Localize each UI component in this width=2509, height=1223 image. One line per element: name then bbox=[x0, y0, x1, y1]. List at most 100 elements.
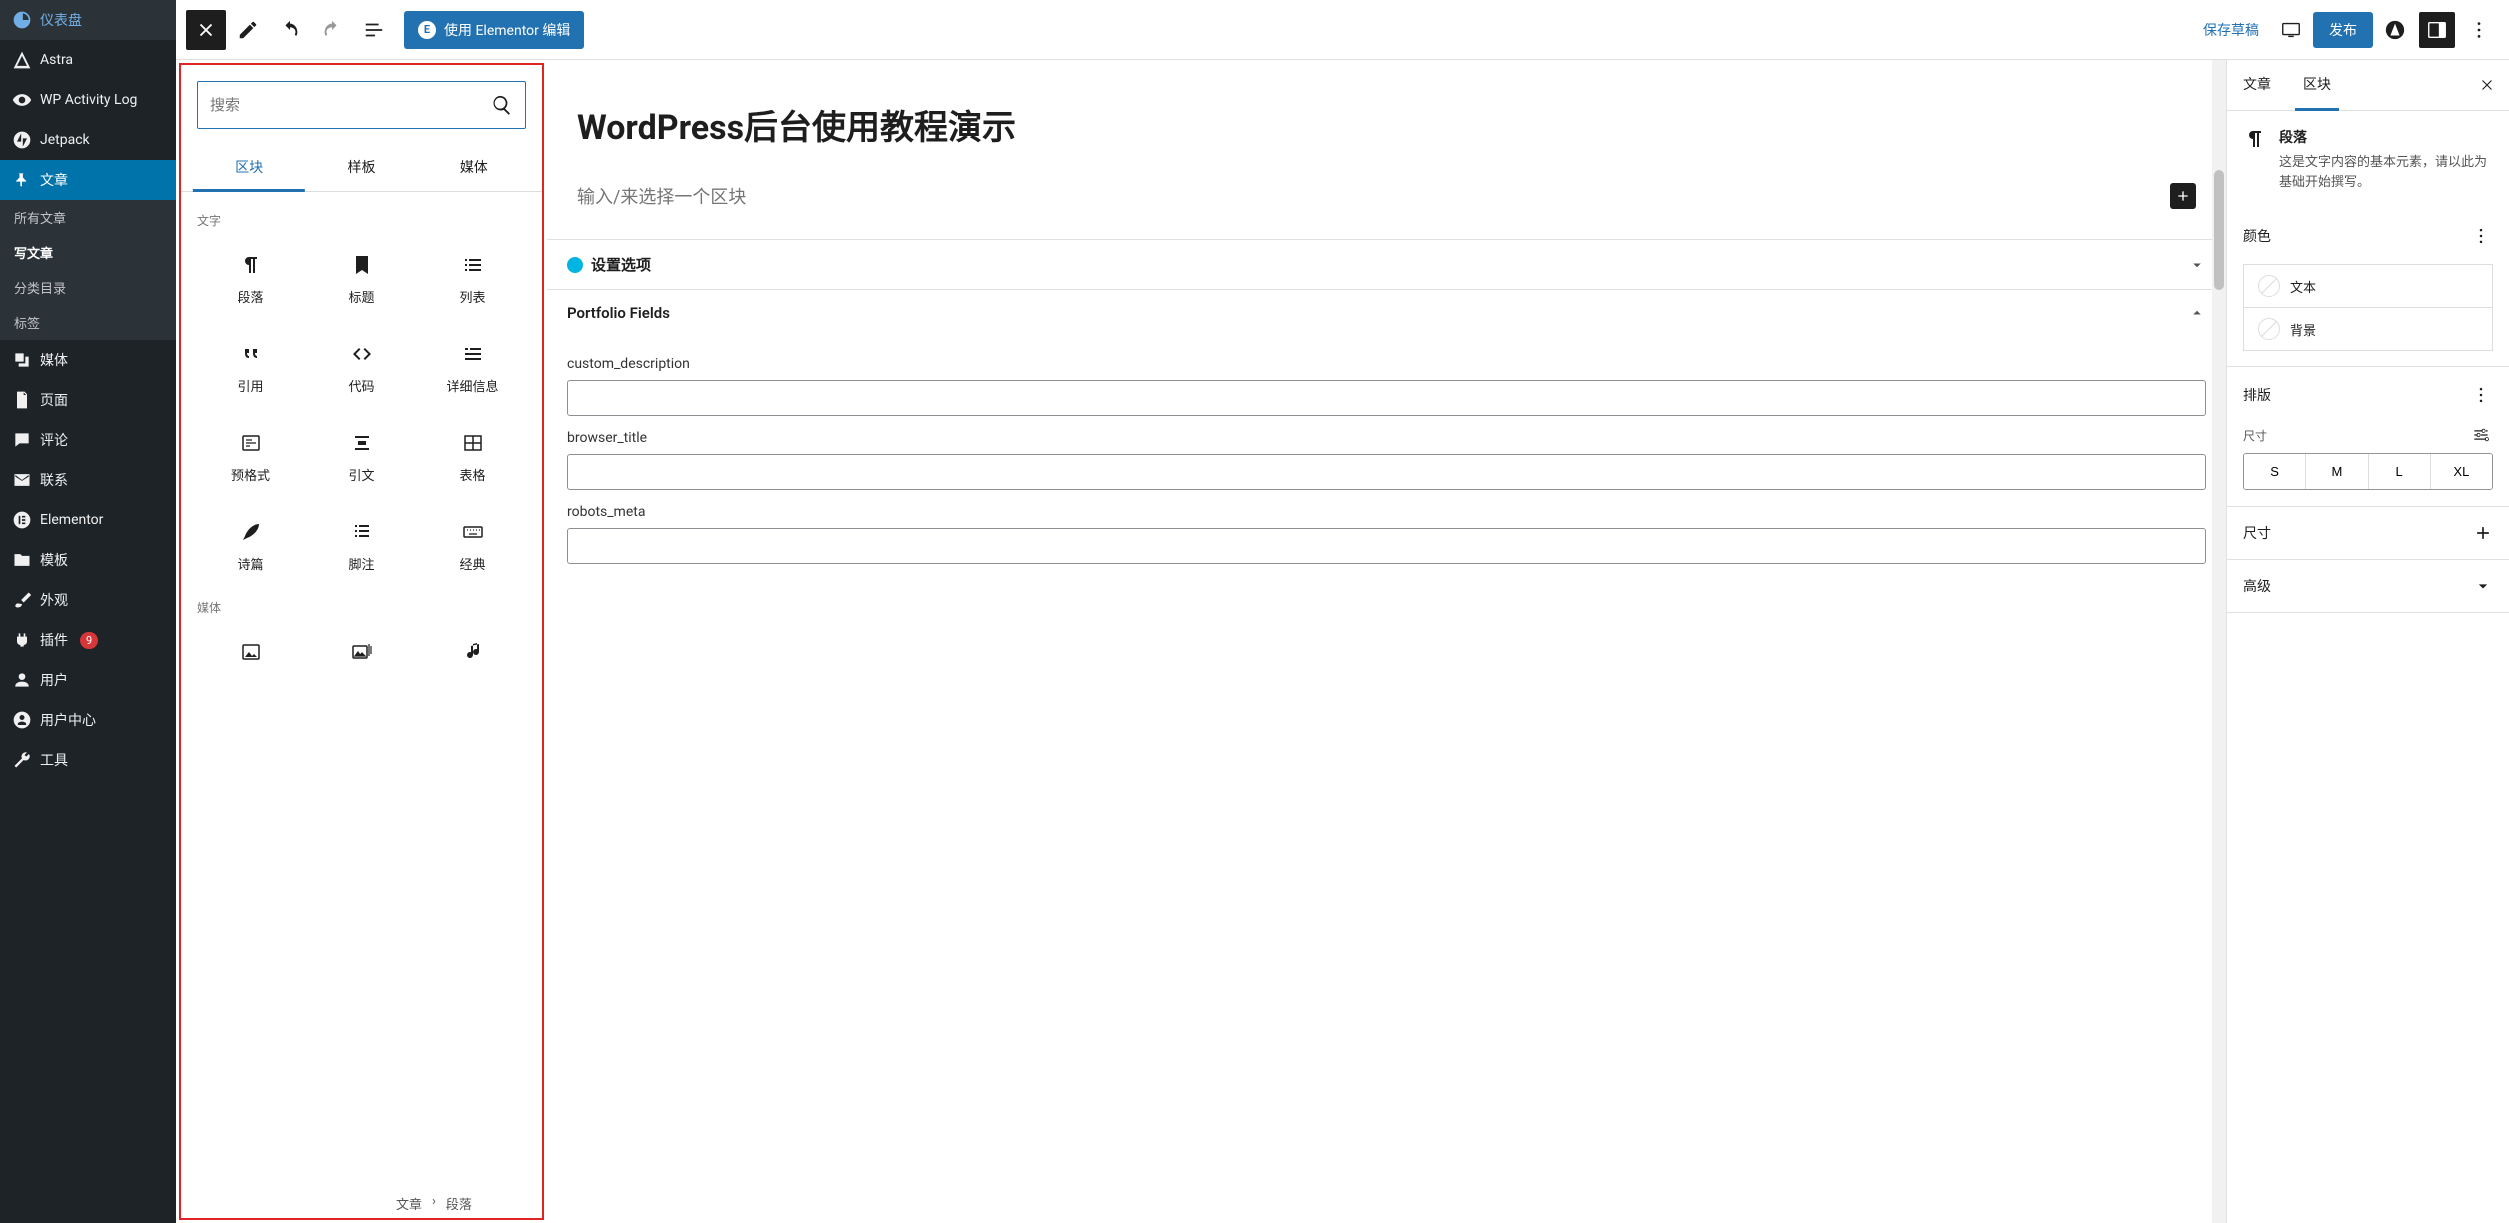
browser-title-input[interactable] bbox=[567, 454, 2206, 490]
image-icon bbox=[239, 640, 263, 664]
sidebar-item-tools[interactable]: 工具 bbox=[0, 740, 176, 780]
preview-button[interactable] bbox=[2273, 12, 2309, 48]
close-settings-button[interactable] bbox=[2471, 69, 2503, 101]
dashboard-icon bbox=[12, 10, 32, 30]
background-color-button[interactable]: 背景 bbox=[2243, 307, 2493, 351]
astra-settings-button[interactable] bbox=[2377, 12, 2413, 48]
tab-block-settings[interactable]: 区块 bbox=[2287, 60, 2347, 110]
save-draft-button[interactable]: 保存草稿 bbox=[2193, 20, 2269, 40]
tab-patterns[interactable]: 样板 bbox=[305, 145, 417, 191]
sidebar-label: 外观 bbox=[40, 590, 68, 610]
block-paragraph[interactable]: 段落 bbox=[197, 235, 304, 320]
sidebar-item-jetpack[interactable]: Jetpack bbox=[0, 120, 176, 160]
typography-panel-header[interactable]: 排版 bbox=[2227, 367, 2509, 423]
size-m-button[interactable]: M bbox=[2306, 454, 2368, 489]
sidebar-item-user-center[interactable]: 用户中心 bbox=[0, 700, 176, 740]
color-panel-header[interactable]: 颜色 bbox=[2227, 208, 2509, 264]
search-icon bbox=[491, 94, 513, 116]
text-color-button[interactable]: 文本 bbox=[2243, 264, 2493, 308]
block-code[interactable]: 代码 bbox=[308, 324, 415, 409]
metabox-title: Portfolio Fields bbox=[567, 304, 670, 322]
typography-options-button[interactable] bbox=[2469, 383, 2493, 407]
size-l-button[interactable]: L bbox=[2369, 454, 2431, 489]
breadcrumb-item-paragraph[interactable]: 段落 bbox=[446, 1194, 472, 1213]
page-icon bbox=[12, 390, 32, 410]
sidebar-item-posts[interactable]: 文章 bbox=[0, 160, 176, 200]
field-label-custom-description: custom_description bbox=[567, 356, 2206, 372]
options-menu-button[interactable] bbox=[2461, 12, 2497, 48]
block-gallery[interactable] bbox=[308, 622, 415, 688]
block-search-box[interactable] bbox=[197, 81, 526, 129]
color-options-button[interactable] bbox=[2469, 224, 2493, 248]
settings-sidebar-toggle-button[interactable] bbox=[2419, 12, 2455, 48]
block-list[interactable]: 列表 bbox=[419, 235, 526, 320]
chevron-down-icon bbox=[2188, 256, 2206, 274]
breadcrumb-item-post[interactable]: 文章 bbox=[396, 1194, 422, 1213]
block-details[interactable]: 详细信息 bbox=[419, 324, 526, 409]
code-icon bbox=[350, 342, 374, 366]
sidebar-item-comments[interactable]: 评论 bbox=[0, 420, 176, 460]
inserter-tabs: 区块 样板 媒体 bbox=[181, 145, 542, 192]
block-search-input[interactable] bbox=[210, 97, 491, 114]
sidebar-item-appearance[interactable]: 外观 bbox=[0, 580, 176, 620]
tab-blocks[interactable]: 区块 bbox=[193, 145, 305, 191]
subitem-all-posts[interactable]: 所有文章 bbox=[0, 200, 176, 235]
elementor-edit-button[interactable]: E使用 Elementor 编辑 bbox=[404, 11, 584, 49]
sidebar-item-pages[interactable]: 页面 bbox=[0, 380, 176, 420]
undo-button[interactable] bbox=[270, 10, 310, 50]
tab-media[interactable]: 媒体 bbox=[418, 145, 530, 191]
canvas-scrollbar[interactable] bbox=[2212, 60, 2226, 1223]
subitem-new-post[interactable]: 写文章 bbox=[0, 235, 176, 270]
custom-size-toggle[interactable] bbox=[2469, 423, 2493, 447]
block-footnotes[interactable]: 脚注 bbox=[308, 502, 415, 587]
document-overview-button[interactable] bbox=[354, 10, 394, 50]
main-area: E使用 Elementor 编辑 保存草稿 发布 区块 bbox=[176, 0, 2509, 1223]
subitem-categories[interactable]: 分类目录 bbox=[0, 270, 176, 305]
paragraph-icon bbox=[2243, 127, 2267, 151]
sidebar-item-templates[interactable]: 模板 bbox=[0, 540, 176, 580]
dimensions-panel-header[interactable]: 尺寸 bbox=[2227, 507, 2509, 559]
size-xl-button[interactable]: XL bbox=[2431, 454, 2492, 489]
robots-meta-input[interactable] bbox=[567, 528, 2206, 564]
block-table[interactable]: 表格 bbox=[419, 413, 526, 498]
sidebar-item-media[interactable]: 媒体 bbox=[0, 340, 176, 380]
block-appender[interactable]: 输入/来选择一个区块 bbox=[547, 179, 2226, 239]
toggle-inserter-button[interactable] bbox=[186, 10, 226, 50]
post-title[interactable]: WordPress后台使用教程演示 bbox=[577, 100, 2196, 149]
block-audio[interactable] bbox=[419, 622, 526, 688]
block-quote[interactable]: 引用 bbox=[197, 324, 304, 409]
block-pullquote[interactable]: 引文 bbox=[308, 413, 415, 498]
sidebar-item-contact[interactable]: 联系 bbox=[0, 460, 176, 500]
metabox-portfolio-header[interactable]: Portfolio Fields bbox=[547, 290, 2226, 336]
sidebar-item-astra[interactable]: Astra bbox=[0, 40, 176, 80]
publish-button[interactable]: 发布 bbox=[2313, 12, 2373, 48]
eye-icon bbox=[12, 90, 32, 110]
sidebar-item-plugins[interactable]: 插件9 bbox=[0, 620, 176, 660]
tab-post-settings[interactable]: 文章 bbox=[2227, 60, 2287, 110]
block-classic[interactable]: 经典 bbox=[419, 502, 526, 587]
block-heading[interactable]: 标题 bbox=[308, 235, 415, 320]
scrollbar-thumb[interactable] bbox=[2214, 170, 2224, 290]
redo-button[interactable] bbox=[312, 10, 352, 50]
custom-description-input[interactable] bbox=[567, 380, 2206, 416]
sidebar-item-users[interactable]: 用户 bbox=[0, 660, 176, 700]
sidebar-item-activity-log[interactable]: WP Activity Log bbox=[0, 80, 176, 120]
edit-mode-button[interactable] bbox=[228, 10, 268, 50]
block-preformatted[interactable]: 预格式 bbox=[197, 413, 304, 498]
footnotes-icon bbox=[350, 520, 374, 544]
table-icon bbox=[461, 431, 485, 455]
plug-icon bbox=[12, 630, 32, 650]
size-s-button[interactable]: S bbox=[2244, 454, 2306, 489]
feather-icon bbox=[239, 520, 263, 544]
metabox-body: custom_description browser_title robots_… bbox=[547, 336, 2226, 584]
add-block-button[interactable] bbox=[2170, 183, 2196, 209]
advanced-panel-header[interactable]: 高级 bbox=[2227, 560, 2509, 612]
metabox-settings-header[interactable]: 设置选项 bbox=[547, 240, 2226, 289]
sidebar-item-elementor[interactable]: Elementor bbox=[0, 500, 176, 540]
audio-icon bbox=[461, 640, 485, 664]
block-image[interactable] bbox=[197, 622, 304, 688]
subitem-tags[interactable]: 标签 bbox=[0, 305, 176, 340]
metabox-title: 设置选项 bbox=[591, 254, 651, 275]
block-verse[interactable]: 诗篇 bbox=[197, 502, 304, 587]
sidebar-item-dashboard[interactable]: 仪表盘 bbox=[0, 0, 176, 40]
